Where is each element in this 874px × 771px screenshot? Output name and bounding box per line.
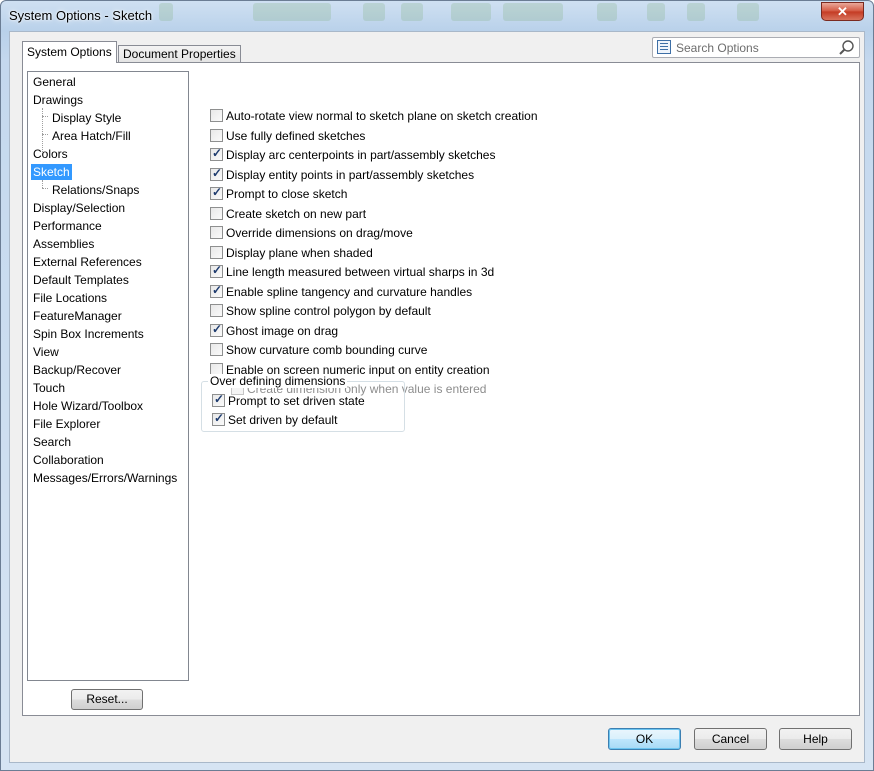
option-label: Use fully defined sketches	[226, 128, 366, 143]
checkbox[interactable]: ✓	[210, 321, 223, 337]
checkbox[interactable]	[210, 226, 223, 239]
tree-item-messages-errors-warnings[interactable]: Messages/Errors/Warnings	[31, 470, 179, 486]
tree-item-touch[interactable]: Touch	[31, 380, 67, 396]
checkmark-icon: ✓	[212, 321, 223, 336]
option-label: Auto-rotate view normal to sketch plane …	[226, 109, 538, 123]
tree-connector	[42, 116, 48, 117]
background-toolbar-ghost	[159, 3, 173, 21]
system-options-panel: General Drawings Display Style Area Hatch/F…	[22, 62, 860, 716]
background-toolbar-ghost	[363, 3, 385, 21]
background-toolbar-ghost	[597, 3, 617, 21]
background-toolbar-ghost	[737, 3, 759, 21]
tree-item-featuremanager[interactable]: FeatureManager	[31, 308, 124, 324]
window-title: System Options - Sketch	[9, 8, 153, 23]
cancel-button[interactable]: Cancel	[694, 728, 767, 750]
tree-item-hole-wizard-toolbox[interactable]: Hole Wizard/Toolbox	[31, 398, 145, 414]
tree-item-sketch[interactable]: Sketch	[31, 164, 72, 180]
tree-item-view[interactable]: View	[31, 344, 61, 360]
tree-connector	[42, 134, 48, 135]
options-list-icon[interactable]	[657, 40, 671, 54]
option-label: Display plane when shaded	[226, 245, 373, 260]
tree-item-performance[interactable]: Performance	[31, 218, 104, 234]
tree-item-backup-recover[interactable]: Backup/Recover	[31, 362, 123, 378]
reset-button[interactable]: Reset...	[71, 689, 143, 710]
background-toolbar-ghost	[647, 3, 665, 21]
option-label: Line length measured between virtual sha…	[226, 265, 495, 279]
over-defining-dimensions-group: Over defining dimensions ✓ Prompt to set …	[201, 374, 405, 432]
option-label: Prompt to set driven state	[228, 394, 365, 408]
checkbox[interactable]	[210, 245, 223, 259]
checkbox[interactable]	[210, 109, 223, 122]
tree-item-assemblies[interactable]: Assemblies	[31, 236, 96, 252]
tree-item-area-hatch-fill[interactable]: Area Hatch/Fill	[50, 128, 133, 144]
background-toolbar-ghost	[253, 3, 331, 21]
option-label: Set driven by default	[228, 413, 338, 427]
tree-item-file-explorer[interactable]: File Explorer	[31, 416, 102, 432]
title-bar[interactable]: System Options - Sketch ✕	[1, 1, 873, 31]
option-label: Ghost image on drag	[226, 323, 339, 338]
tree-item-colors[interactable]: Colors	[31, 146, 70, 162]
checkbox[interactable]: ✓	[212, 411, 225, 426]
tree-item-spin-box-increments[interactable]: Spin Box Increments	[31, 326, 146, 342]
option-label: Prompt to close sketch	[226, 187, 348, 201]
close-icon: ✕	[837, 4, 848, 19]
option-label: Show curvature comb bounding curve	[226, 343, 428, 357]
group-title: Over defining dimensions	[208, 374, 348, 388]
tree-item-default-templates[interactable]: Default Templates	[31, 272, 131, 288]
tree-item-relations-snaps[interactable]: Relations/Snaps	[50, 182, 141, 198]
checkbox[interactable]: ✓	[210, 263, 223, 278]
dialog-body: System Options Document Properties Searc…	[9, 31, 865, 763]
search-input[interactable]: Search Options	[676, 41, 759, 55]
tree-item-collaboration[interactable]: Collaboration	[31, 452, 106, 468]
tree-item-external-references[interactable]: External References	[31, 254, 144, 270]
checkbox[interactable]	[210, 304, 223, 317]
checkmark-icon: ✓	[214, 392, 225, 406]
option-label: Override dimensions on drag/move	[226, 226, 413, 240]
tree-connector	[42, 188, 48, 189]
checkbox[interactable]	[210, 206, 223, 220]
search-options-field[interactable]: Search Options	[652, 37, 860, 58]
checkmark-icon: ✓	[212, 282, 223, 297]
tree-item-display-selection[interactable]: Display/Selection	[31, 200, 127, 216]
search-icon[interactable]	[838, 39, 855, 56]
close-button[interactable]: ✕	[821, 2, 864, 21]
checkmark-icon: ✓	[212, 146, 223, 160]
checkbox[interactable]: ✓	[210, 165, 223, 181]
tree-item-file-locations[interactable]: File Locations	[31, 290, 109, 306]
checkmark-icon: ✓	[212, 165, 223, 180]
ok-button[interactable]: OK	[608, 728, 681, 750]
checkbox[interactable]: ✓	[212, 392, 225, 407]
checkbox[interactable]: ✓	[210, 185, 223, 200]
checkmark-icon: ✓	[214, 411, 225, 425]
tree-connector	[42, 180, 43, 188]
checkbox[interactable]	[210, 343, 223, 356]
tree-item-drawings[interactable]: Drawings	[31, 92, 85, 108]
option-label: Enable spline tangency and curvature han…	[226, 284, 473, 299]
checkbox[interactable]: ✓	[210, 282, 223, 298]
tree-item-display-style[interactable]: Display Style	[50, 110, 123, 126]
background-toolbar-ghost	[401, 3, 423, 21]
checkmark-icon: ✓	[212, 185, 223, 199]
tree-item-general[interactable]: General	[31, 74, 78, 90]
help-button[interactable]: Help	[779, 728, 852, 750]
background-toolbar-ghost	[451, 3, 491, 21]
checkbox[interactable]	[210, 128, 223, 142]
background-toolbar-ghost	[503, 3, 563, 21]
options-tree[interactable]: General Drawings Display Style Area Hatch/F…	[27, 71, 189, 681]
checkmark-icon: ✓	[212, 263, 223, 277]
checkbox[interactable]: ✓	[210, 146, 223, 161]
tab-system-options[interactable]: System Options	[22, 41, 117, 63]
system-options-dialog: System Options - Sketch ✕ System Options…	[0, 0, 874, 771]
option-label: Display entity points in part/assembly s…	[226, 167, 475, 182]
option-label: Display arc centerpoints in part/assembl…	[226, 148, 496, 162]
tree-item-search[interactable]: Search	[31, 434, 73, 450]
tab-document-properties[interactable]: Document Properties	[118, 45, 241, 63]
option-label: Create sketch on new part	[226, 206, 367, 221]
option-label: Show spline control polygon by default	[226, 304, 431, 318]
background-toolbar-ghost	[687, 3, 705, 21]
